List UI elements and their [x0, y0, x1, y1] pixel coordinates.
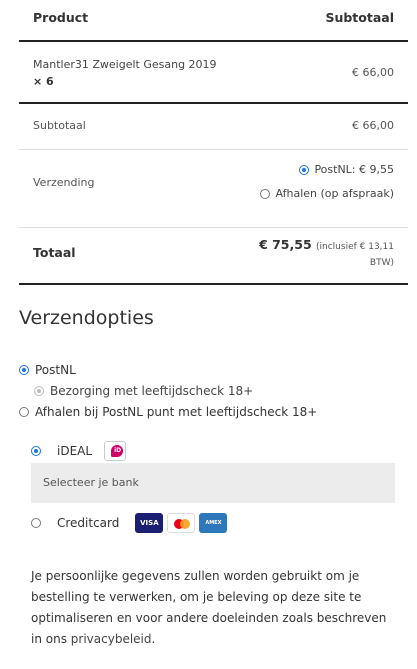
- radio-creditcard[interactable]: [31, 518, 41, 528]
- shipping-row: Verzending PostNL: € 9,55 Afhalen (op af…: [19, 150, 408, 228]
- privacy-notice: Je persoonlijke gegevens zullen worden g…: [31, 566, 391, 650]
- privacy-policy-link[interactable]: privacybeleid: [71, 632, 152, 646]
- shipping-options-title: Verzendopties: [19, 307, 154, 329]
- shipping-option-postnl-label: PostNL: € 9,55: [314, 163, 394, 176]
- table-row: Mantler31 Zweigelt Gesang 2019 × 6 € 66,…: [19, 42, 408, 104]
- shipping-suboption-bezorging-label: Bezorging met leeftijdscheck 18+: [50, 384, 254, 398]
- total-label: Totaal: [33, 245, 76, 260]
- visa-icon: VISA: [135, 513, 164, 533]
- radio-afhalen-rate[interactable]: [260, 188, 271, 199]
- subtotal-label: Subtotaal: [33, 119, 86, 132]
- column-product: Product: [33, 10, 89, 25]
- shipping-option-afhalen-label: Afhalen (op afspraak): [275, 187, 394, 200]
- shipping-label: Verzending: [33, 176, 95, 189]
- bank-select[interactable]: Selecteer je bank: [31, 463, 395, 503]
- shipping-method-afhalen-label: Afhalen bij PostNL punt met leeftijdsche…: [35, 405, 318, 419]
- ideal-logo-icon: iD: [104, 441, 127, 461]
- subtotal-value: € 66,00: [352, 119, 394, 132]
- payment-method-creditcard[interactable]: Creditcard VISA AMEX: [31, 513, 228, 533]
- product-name: Mantler31 Zweigelt Gesang 2019: [33, 58, 217, 71]
- product-price: € 66,00: [352, 66, 394, 79]
- tax-note: (inclusief € 13,11: [316, 242, 394, 252]
- shipping-option-afhalen[interactable]: Afhalen (op afspraak): [260, 187, 394, 200]
- total-amount: € 75,55: [259, 237, 312, 252]
- column-subtotal: Subtotaal: [325, 10, 394, 25]
- order-table-header: Product Subtotaal: [19, 0, 408, 42]
- product-quantity: × 6: [33, 75, 54, 88]
- shipping-option-postnl[interactable]: PostNL: € 9,55: [299, 163, 394, 176]
- radio-postnl[interactable]: [19, 365, 29, 375]
- shipping-suboption-bezorging[interactable]: Bezorging met leeftijdscheck 18+: [34, 384, 253, 398]
- tax-note-end: BTW): [369, 258, 394, 268]
- card-logos: VISA AMEX: [135, 513, 228, 533]
- radio-postnl-rate[interactable]: [299, 164, 310, 175]
- mastercard-icon: [167, 513, 196, 533]
- payment-creditcard-label: Creditcard: [57, 516, 120, 530]
- total-row: Totaal € 75,55 (inclusief € 13,11 BTW): [19, 228, 408, 285]
- shipping-method-postnl[interactable]: PostNL: [19, 363, 76, 377]
- radio-bezorging[interactable]: [34, 386, 44, 396]
- privacy-end: .: [151, 632, 156, 646]
- subtotal-row: Subtotaal € 66,00: [19, 104, 408, 150]
- radio-afhalen[interactable]: [19, 407, 29, 417]
- total-amount-line: € 75,55 (inclusief € 13,11: [259, 237, 394, 252]
- shipping-method-afhalen[interactable]: Afhalen bij PostNL punt met leeftijdsche…: [19, 405, 317, 419]
- radio-ideal[interactable]: [31, 446, 41, 456]
- payment-method-ideal[interactable]: iDEAL iD: [31, 441, 127, 461]
- payment-ideal-label: iDEAL: [57, 444, 93, 458]
- bank-select-placeholder: Selecteer je bank: [43, 476, 139, 489]
- shipping-method-postnl-label: PostNL: [35, 363, 76, 377]
- amex-icon: AMEX: [199, 513, 228, 533]
